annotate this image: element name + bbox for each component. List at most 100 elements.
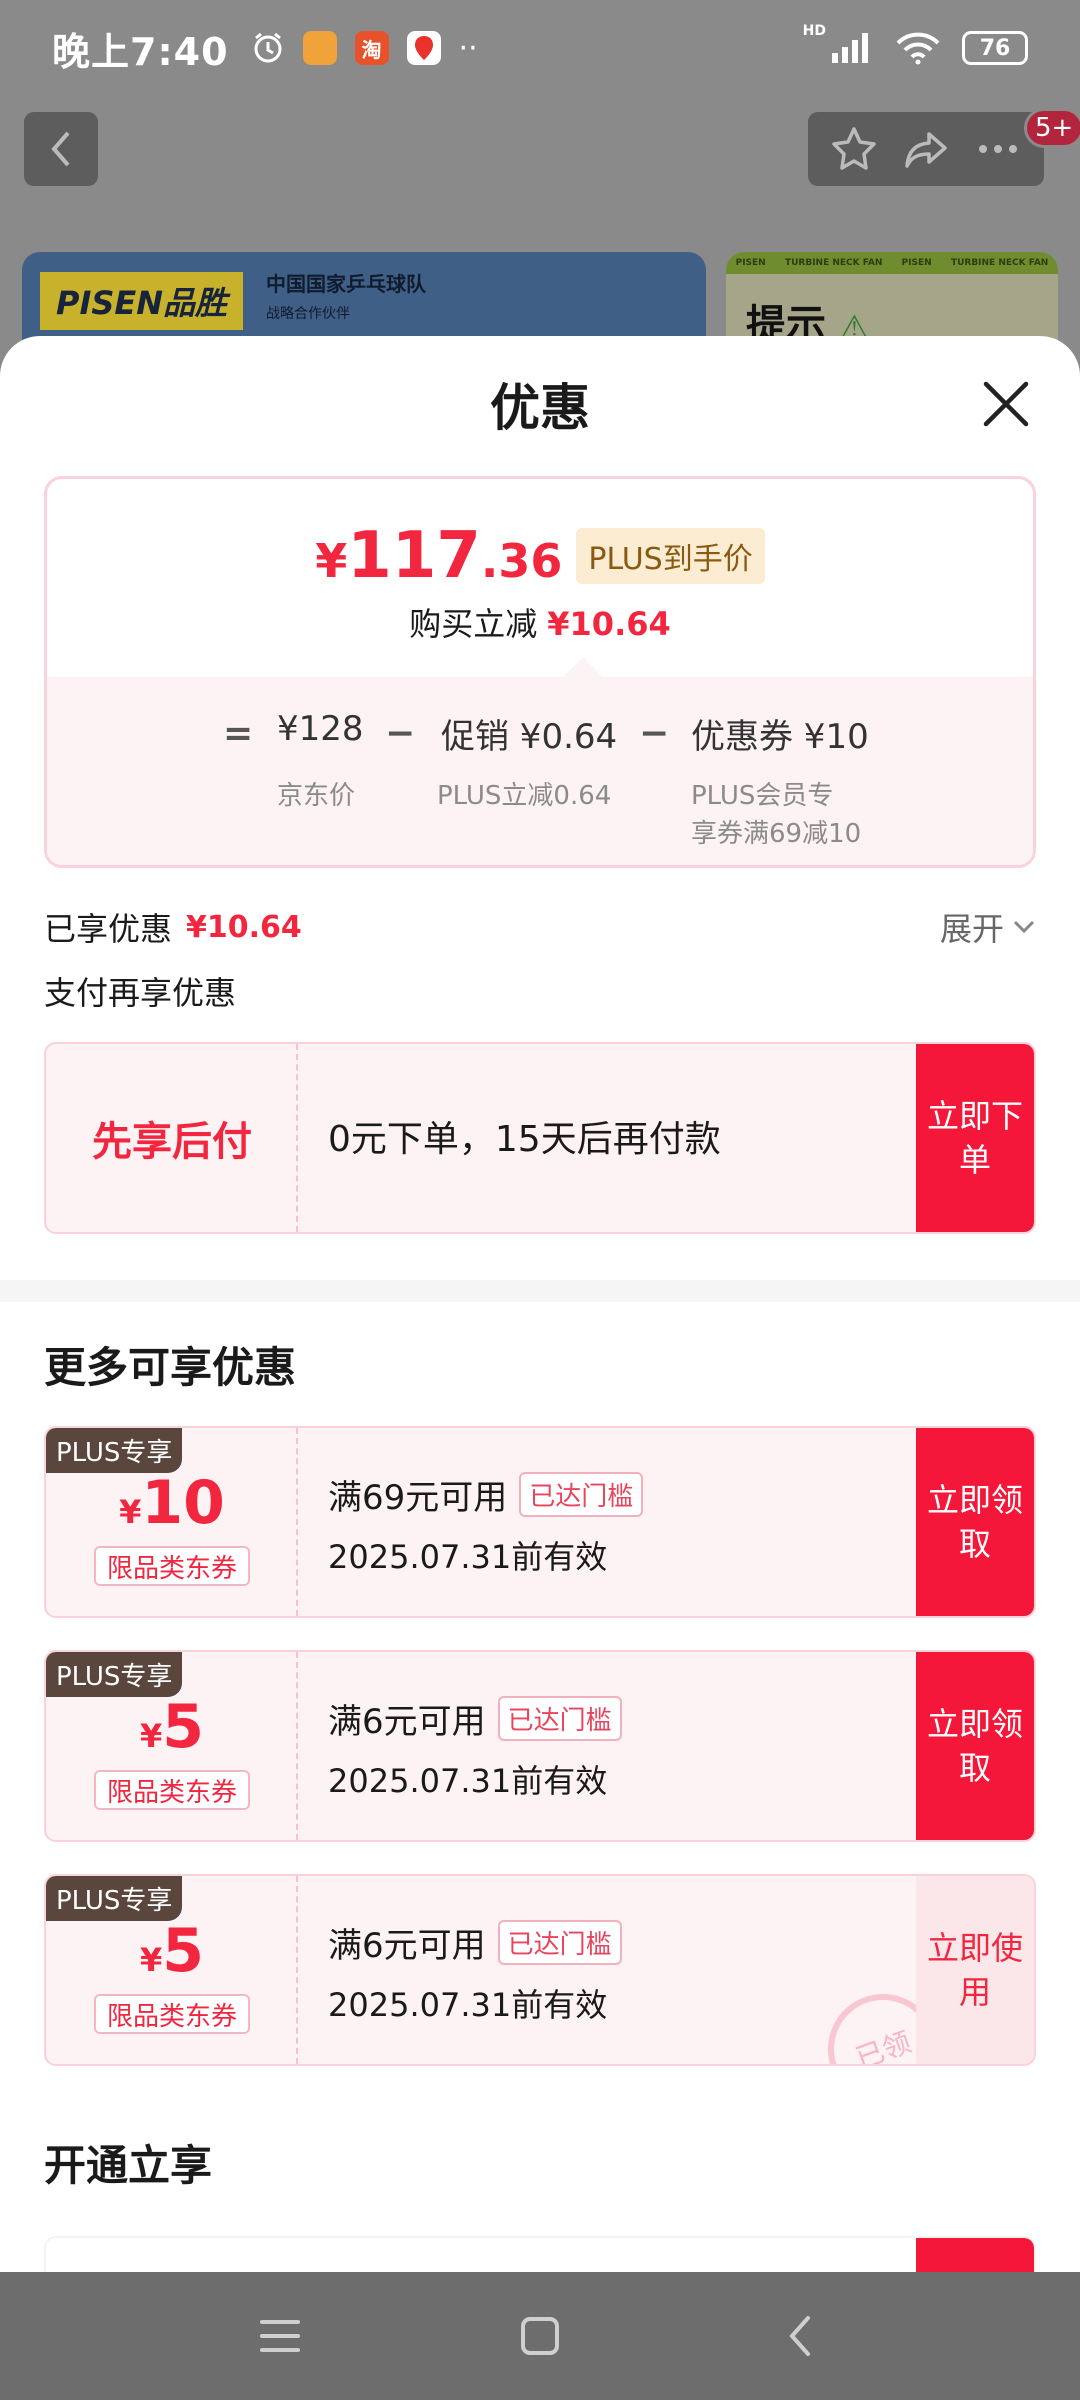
coupon-card: PLUS专享 ¥10 限品类东券 满69元可用 已达门槛 2025.07.31前有… [44, 1426, 1036, 1618]
section-divider [0, 1280, 1080, 1302]
menu-nav-button[interactable] [250, 2306, 310, 2366]
coupon-validity: 2025.07.31前有效 [328, 1762, 608, 1800]
map-app-icon [406, 31, 441, 65]
sheet-header: 优惠 [0, 336, 1080, 472]
plus-exclusive-tag: PLUS专享 [46, 1876, 183, 1921]
use-coupon-button[interactable]: 立即使用 [916, 1876, 1034, 2064]
claim-coupon-button[interactable]: 立即领取 [916, 1652, 1034, 1840]
threshold-reached-badge: 已达门槛 [497, 1696, 622, 1741]
discount-sheet: 优惠 ¥117.36 PLUS到手价 购买立减 ¥10.64 = ¥128 京东价… [0, 336, 1080, 2272]
coupon-validity: 2025.07.31前有效 [328, 1986, 608, 2024]
threshold-reached-badge: 已达门槛 [497, 1920, 622, 1965]
home-square-icon [521, 2317, 559, 2355]
hd-label: HD [802, 23, 826, 39]
coupon-info: 满69元可用 已达门槛 2025.07.31前有效 [328, 1428, 928, 1616]
coupon-condition: 满6元可用 已达门槛 [328, 1694, 622, 1743]
plus-exclusive-tag: PLUS专享 [46, 1652, 183, 1697]
back-nav-button[interactable] [770, 2306, 830, 2366]
menu-icon [260, 2320, 300, 2352]
coupon-condition: 满6元可用 已达门槛 [328, 1918, 622, 1967]
notification-badge: 5+ [1024, 108, 1080, 148]
banner-text: 中国国家乒乓球队 战略合作伙伴 [266, 268, 426, 323]
plus-exclusive-tag: PLUS专享 [46, 1428, 183, 1473]
sheet-title: 优惠 [490, 379, 590, 437]
price-breakdown: = ¥128 京东价 − 促销 ¥0.64 PLUS立减0.64 − 优惠券 ¥… [47, 677, 1033, 865]
more-notifications-icon: ·· [458, 30, 478, 66]
coupon-validity: 2025.07.31前有效 [328, 1538, 608, 1576]
minus-sign: − [639, 713, 670, 754]
jd-price-label: 京东价 [277, 781, 356, 811]
close-icon[interactable] [974, 372, 1038, 436]
brand-logo: PISEN品胜 [40, 272, 244, 330]
coupon-left: PLUS专享 ¥5 限品类东券 [46, 1652, 298, 1840]
reduce-amount: ¥10.64 [547, 605, 671, 643]
coupon-condition: 满69元可用 已达门槛 [328, 1470, 644, 1519]
reduce-label: 购买立减 [409, 605, 538, 643]
order-now-button[interactable]: 立即下单 [916, 1044, 1034, 1232]
coupon-condition-text: 满6元可用 [328, 1926, 486, 1966]
coupon-amount: ¥5 [46, 1916, 298, 1986]
claim-coupon-button[interactable]: 立即领取 [916, 1428, 1034, 1616]
coupon-info: 满6元可用 已达门槛 2025.07.31前有效 [328, 1652, 928, 1840]
expand-toggle[interactable]: 展开 [940, 904, 1036, 950]
price-summary-card: ¥117.36 PLUS到手价 购买立减 ¥10.64 = ¥128 京东价 − … [44, 476, 1036, 868]
coupon-amount-num: 5 [162, 1916, 204, 1986]
more-options-icon[interactable] [973, 124, 1023, 174]
coupon-type: 限品类东券 [94, 1546, 250, 1586]
coupon-yen: ¥ [139, 1941, 163, 1979]
back-button[interactable] [24, 112, 98, 186]
bnpl-left: 先享后付 [46, 1044, 298, 1232]
home-nav-button[interactable] [510, 2306, 570, 2366]
battery-indicator: 76 [962, 31, 1028, 65]
enjoyed-amount: ¥10.64 [186, 909, 302, 945]
strip-text: TURBINE NECK FAN [950, 258, 1049, 268]
coupon-label: PLUS会员专 享券满69减10 [691, 777, 861, 853]
price-yen: ¥ [315, 534, 348, 588]
price-int: 117 [347, 519, 481, 593]
banner2-strip: PISEN TURBINE NECK FAN PISEN TURBINE NEC… [726, 252, 1058, 274]
promo-value: 促销 ¥0.64 [441, 717, 618, 757]
coupon-card: PLUS专享 ¥5 限品类东券 满6元可用 已达门槛 2025.07.31前有效 … [44, 1874, 1036, 2066]
bnpl-desc: 0元下单，15天后再付款 [328, 1119, 721, 1160]
coupon-label-line2: 享券满69减10 [691, 819, 862, 849]
membership-action-button[interactable] [916, 2238, 1034, 2272]
expand-label: 展开 [939, 910, 1004, 948]
chevron-down-icon [1013, 920, 1035, 934]
jd-price: ¥128 [277, 709, 364, 749]
bnpl-mid: 0元下单，15天后再付款 [328, 1044, 928, 1232]
status-time: 晚上7:40 [52, 29, 229, 74]
coupon-condition-text: 满6元可用 [328, 1702, 486, 1742]
minus-sign: − [385, 713, 416, 754]
coupon-left: PLUS专享 ¥5 限品类东券 [46, 1876, 298, 2064]
top-actions [808, 112, 1044, 186]
plus-price-tag: PLUS到手价 [576, 528, 765, 584]
equals-sign: = [223, 713, 254, 754]
status-app-icons: 淘 ·· [251, 31, 478, 66]
threshold-reached-badge: 已达门槛 [519, 1472, 644, 1517]
coupon-yen: ¥ [119, 1493, 142, 1531]
enjoyed-row: 已享优惠 ¥10.64 展开 [44, 902, 1036, 952]
coupon-yen: ¥ [139, 1717, 163, 1755]
price-summary-top: ¥117.36 PLUS到手价 购买立减 ¥10.64 [47, 479, 1033, 677]
star-icon[interactable] [829, 124, 879, 174]
signal-icon [832, 33, 868, 63]
notes-app-icon [302, 31, 337, 65]
status-right: HD 76 [803, 23, 1028, 65]
bnpl-card: 先享后付 0元下单，15天后再付款 立即下单 [44, 1042, 1036, 1234]
status-bar: 晚上7:40 淘 ·· HD 76 [0, 0, 1080, 96]
banner-line1: 中国国家乒乓球队 [266, 272, 426, 296]
coupon-type: 限品类东券 [94, 1994, 250, 2034]
taobao-app-icon: 淘 [354, 31, 389, 65]
coupon-card: PLUS专享 ¥5 限品类东券 满6元可用 已达门槛 2025.07.31前有效 … [44, 1650, 1036, 1842]
reduce-line: 购买立减 ¥10.64 [47, 599, 1033, 645]
final-price-line: ¥117.36 PLUS到手价 [47, 519, 1033, 593]
open-membership-title: 开通立享 [44, 2141, 213, 2190]
strip-text: TURBINE NECK FAN [784, 258, 883, 268]
chevron-left-icon [51, 131, 70, 167]
strip-text: PISEN [901, 258, 932, 268]
bnpl-title: 先享后付 [92, 1119, 252, 1165]
coupon-amount-num: 10 [141, 1468, 225, 1538]
share-icon[interactable] [901, 124, 951, 174]
more-offers-title: 更多可享优惠 [44, 1343, 297, 1392]
coupon-type: 限品类东券 [94, 1770, 250, 1810]
